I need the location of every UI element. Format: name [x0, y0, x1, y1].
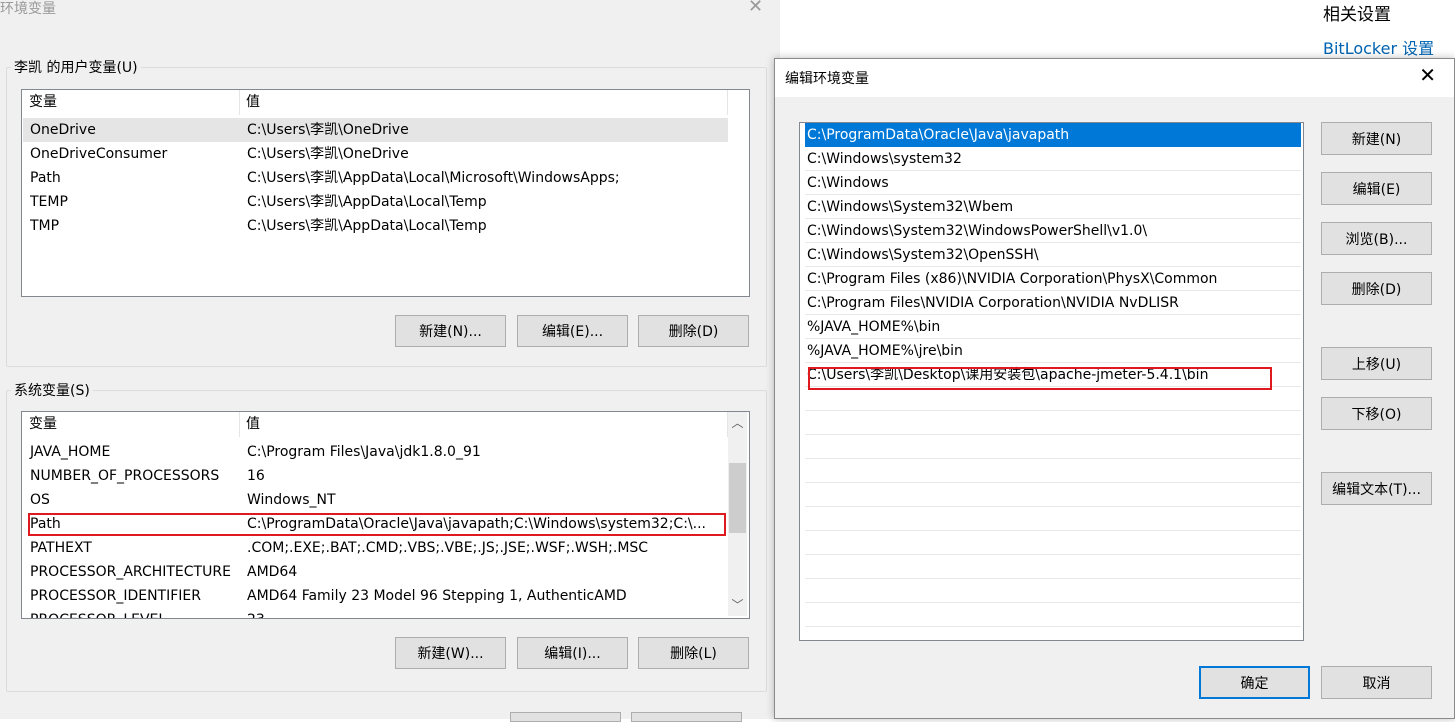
table-row[interactable]: PROCESSOR_IDENTIFIER AMD64 Family 23 Mod…	[23, 584, 728, 608]
scroll-down-icon[interactable]: ﹀	[729, 596, 746, 613]
variable-value: C:\Users\李凯\AppData\Local\Temp	[247, 194, 487, 210]
list-header: 变量 值	[22, 90, 749, 115]
column-header-variable[interactable]: 变量	[23, 90, 57, 115]
related-settings-heading: 相关设置	[1323, 5, 1391, 25]
cancel-button[interactable]: 取消	[1321, 666, 1432, 699]
delete-button[interactable]: 删除(D)	[1321, 272, 1432, 305]
move-down-button[interactable]: 下移(O)	[1321, 397, 1432, 430]
system-delete-button[interactable]: 删除(L)	[638, 637, 749, 669]
vertical-scrollbar[interactable]: ︿ ﹀	[728, 412, 747, 616]
column-divider[interactable]	[727, 90, 728, 115]
column-header-variable[interactable]: 变量	[23, 412, 57, 437]
variable-name: Path	[30, 170, 61, 186]
variable-value: Windows_NT	[247, 492, 336, 508]
variable-name: PATHEXT	[30, 540, 92, 556]
empty-list-row	[805, 531, 1301, 555]
list-item[interactable]: C:\Windows\system32	[805, 147, 1301, 171]
empty-list-row	[805, 435, 1301, 459]
variable-name: PROCESSOR_LEVEL	[30, 608, 166, 618]
column-header-value[interactable]: 值	[240, 412, 260, 437]
list-item[interactable]: C:\ProgramData\Oracle\Java\javapath	[805, 123, 1301, 147]
variable-name: TEMP	[30, 194, 68, 210]
scroll-up-icon[interactable]: ︿	[729, 414, 746, 431]
edit-text-button[interactable]: 编辑文本(T)...	[1321, 472, 1432, 505]
list-item[interactable]: C:\Windows	[805, 171, 1301, 195]
variable-value: C:\Users\李凯\AppData\Local\Temp	[247, 218, 487, 234]
new-button[interactable]: 新建(N)	[1321, 122, 1432, 155]
table-row[interactable]: TMP C:\Users\李凯\AppData\Local\Temp	[23, 214, 728, 238]
table-row[interactable]: OneDriveConsumer C:\Users\李凯\OneDrive	[23, 142, 728, 166]
variable-value: AMD64	[247, 564, 298, 580]
edit-environment-variable-dialog: 编辑环境变量 ✕ C:\ProgramData\Oracle\Java\java…	[774, 58, 1455, 719]
table-row[interactable]: TEMP C:\Users\李凯\AppData\Local\Temp	[23, 190, 728, 214]
column-header-value[interactable]: 值	[240, 90, 260, 115]
list-item[interactable]: %JAVA_HOME%\bin	[805, 315, 1301, 339]
list-item[interactable]: C:\Windows\System32\OpenSSH\	[805, 243, 1301, 267]
edit-button[interactable]: 编辑(E)	[1321, 172, 1432, 205]
table-row[interactable]: PROCESSOR_LEVEL 23	[23, 608, 728, 618]
variable-value: AMD64 Family 23 Model 96 Stepping 1, Aut…	[247, 588, 627, 604]
browse-button[interactable]: 浏览(B)...	[1321, 222, 1432, 255]
scrollbar-thumb[interactable]	[729, 463, 746, 533]
dialog-title: 编辑环境变量	[785, 71, 869, 87]
empty-list-row	[805, 603, 1301, 627]
user-variables-list[interactable]: 变量 值 OneDrive C:\Users\李凯\OneDrive OneDr…	[21, 89, 750, 297]
list-item[interactable]: C:\Program Files (x86)\NVIDIA Corporatio…	[805, 267, 1301, 291]
user-new-button[interactable]: 新建(N)...	[395, 315, 506, 347]
variable-name: OneDriveConsumer	[30, 146, 168, 162]
window-title: 环境变量	[0, 1, 56, 17]
ok-button-partial[interactable]	[510, 712, 621, 722]
empty-list-row	[805, 555, 1301, 579]
variable-name: TMP	[30, 218, 60, 234]
user-delete-button[interactable]: 删除(D)	[638, 315, 749, 347]
list-header: 变量 值	[22, 412, 749, 437]
table-row[interactable]: PATHEXT .COM;.EXE;.BAT;.CMD;.VBS;.VBE;.J…	[23, 536, 728, 560]
path-highlight-annotation	[28, 513, 726, 536]
close-icon[interactable]: ✕	[748, 0, 763, 17]
empty-list-row	[805, 387, 1301, 411]
variable-name: NUMBER_OF_PROCESSORS	[30, 468, 220, 484]
user-variables-label: 李凯 的用户变量(U)	[11, 57, 141, 77]
variable-name: OneDrive	[30, 122, 96, 138]
variable-name: PROCESSOR_ARCHITECTURE	[30, 564, 231, 580]
table-row[interactable]: OneDrive C:\Users\李凯\OneDrive	[23, 118, 728, 142]
move-up-button[interactable]: 上移(U)	[1321, 347, 1432, 380]
system-edit-button[interactable]: 编辑(I)...	[517, 637, 628, 669]
list-item[interactable]: C:\Windows\System32\Wbem	[805, 195, 1301, 219]
dialog-titlebar[interactable]: 编辑环境变量 ✕	[775, 59, 1454, 97]
variable-value: 23	[247, 608, 265, 618]
ok-button[interactable]: 确定	[1199, 666, 1310, 699]
empty-list-row	[805, 459, 1301, 483]
environment-variables-window: 环境变量 ✕ 李凯 的用户变量(U) 变量 值 OneDrive C:\User…	[0, 0, 780, 722]
table-row[interactable]: PROCESSOR_ARCHITECTURE AMD64	[23, 560, 728, 584]
list-item[interactable]: C:\Windows\System32\WindowsPowerShell\v1…	[805, 219, 1301, 243]
system-new-button[interactable]: 新建(W)...	[395, 637, 506, 669]
list-item[interactable]: %JAVA_HOME%\jre\bin	[805, 339, 1301, 363]
variable-value: C:\Users\李凯\AppData\Local\Microsoft\Wind…	[247, 170, 620, 186]
variable-name: PROCESSOR_IDENTIFIER	[30, 588, 201, 604]
bitlocker-settings-link[interactable]: BitLocker 设置	[1323, 35, 1434, 59]
variable-value: C:\Users\李凯\OneDrive	[247, 122, 409, 138]
close-icon[interactable]: ✕	[1419, 63, 1436, 87]
cancel-button-partial[interactable]	[631, 712, 742, 722]
empty-list-row	[805, 483, 1301, 507]
list-item[interactable]: C:\Program Files\NVIDIA Corporation\NVID…	[805, 291, 1301, 315]
system-variables-label: 系统变量(S)	[11, 380, 93, 400]
new-entry-highlight-annotation	[808, 367, 1272, 390]
empty-list-row	[805, 507, 1301, 531]
user-edit-button[interactable]: 编辑(E)...	[517, 315, 628, 347]
table-row[interactable]: Path C:\Users\李凯\AppData\Local\Microsoft…	[23, 166, 728, 190]
empty-list-row	[805, 411, 1301, 435]
variable-value: .COM;.EXE;.BAT;.CMD;.VBS;.VBE;.JS;.JSE;.…	[247, 540, 649, 556]
variable-value: 16	[247, 468, 265, 484]
table-row[interactable]: JAVA_HOME C:\Program Files\Java\jdk1.8.0…	[23, 440, 728, 464]
table-row[interactable]: OS Windows_NT	[23, 488, 728, 512]
variable-value: C:\Program Files\Java\jdk1.8.0_91	[247, 444, 481, 460]
variable-name: OS	[30, 492, 50, 508]
table-row[interactable]: NUMBER_OF_PROCESSORS 16	[23, 464, 728, 488]
empty-list-row	[805, 579, 1301, 603]
variable-name: JAVA_HOME	[30, 444, 111, 460]
variable-value: C:\Users\李凯\OneDrive	[247, 146, 409, 162]
